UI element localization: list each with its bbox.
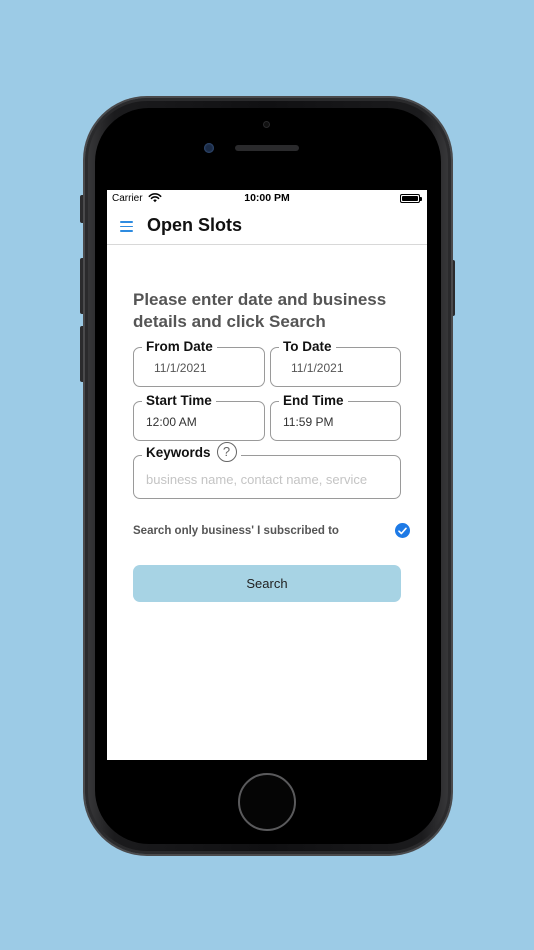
subscribed-only-label: Search only business' I subscribed to — [133, 525, 339, 537]
keywords-label: Keywords? — [142, 442, 241, 462]
search-button[interactable]: Search — [133, 565, 401, 602]
home-button[interactable] — [238, 773, 296, 831]
keywords-input[interactable] — [146, 472, 402, 487]
battery-icon — [400, 194, 422, 203]
subscribed-only-row: Search only business' I subscribed to — [133, 523, 410, 540]
earpiece-speaker — [235, 145, 299, 151]
to-date-value: 11/1/2021 — [291, 361, 344, 375]
page-title: Open Slots — [147, 215, 243, 235]
end-time-label: End Time — [279, 393, 348, 409]
to-date-label: To Date — [279, 339, 336, 355]
proximity-sensor — [263, 121, 270, 128]
from-date-field[interactable]: From Date 11/1/2021 — [133, 339, 265, 387]
instructions-text: Please enter date and business details a… — [133, 290, 387, 331]
status-time: 10:00 PM — [244, 192, 290, 204]
help-icon[interactable]: ? — [216, 442, 237, 462]
front-camera — [204, 143, 214, 153]
navigation-bar: Open Slots — [107, 207, 427, 245]
start-time-value: 12:00 AM — [146, 415, 197, 429]
keywords-label-text: Keywords — [146, 445, 211, 461]
end-time-field[interactable]: End Time 11:59 PM — [270, 393, 401, 441]
start-time-field[interactable]: Start Time 12:00 AM — [133, 393, 265, 441]
checkmark-icon[interactable] — [395, 523, 410, 538]
to-date-field[interactable]: To Date 11/1/2021 — [270, 339, 401, 387]
from-date-label: From Date — [142, 339, 217, 355]
hamburger-menu-icon[interactable] — [120, 221, 133, 232]
end-time-value: 11:59 PM — [283, 415, 334, 429]
from-date-value: 11/1/2021 — [154, 361, 207, 375]
start-time-label: Start Time — [142, 393, 216, 409]
status-bar: Carrier 10:00 PM — [107, 190, 427, 207]
keywords-field: Keywords? — [133, 442, 402, 499]
app-screen: Carrier 10:00 PM Open Slots Please enter… — [107, 190, 427, 760]
